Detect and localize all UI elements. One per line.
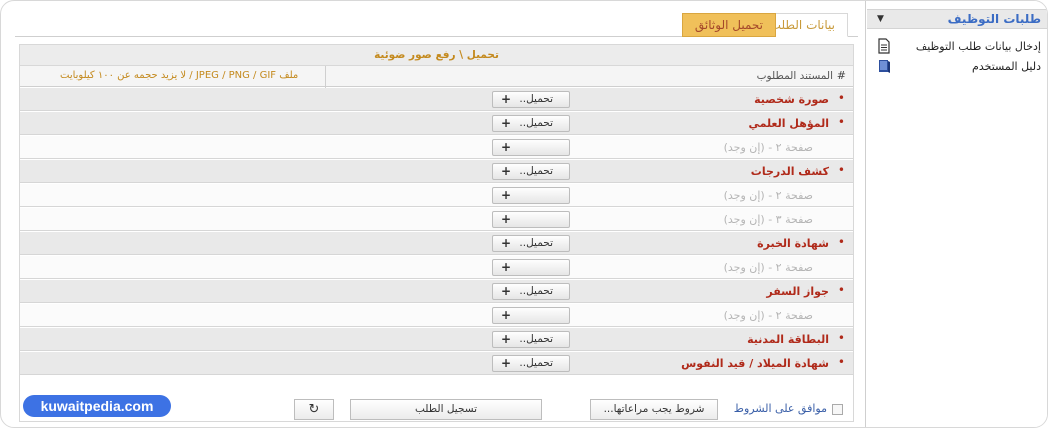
- upload-button[interactable]: + تحميل..: [492, 91, 570, 108]
- upload-button-label: تحميل..: [519, 117, 553, 129]
- table-row: صفحة ٢ - (إن وجد) +: [20, 304, 853, 327]
- document-label: صفحة ٣ - (إن وجد): [723, 213, 813, 226]
- agree-label: موافق على الشروط: [733, 402, 827, 415]
- bullet-icon: •: [837, 163, 845, 177]
- column-number: #: [836, 69, 846, 82]
- table-row: • كشف الدرجات + تحميل..: [20, 160, 853, 183]
- upload-button[interactable]: + تحميل..: [492, 355, 570, 372]
- upload-button-label: تحميل..: [519, 165, 553, 177]
- file-requirements-note: ملف JPEG / PNG / GIF / لا يزيد حجمه عن ١…: [60, 70, 299, 81]
- reset-button[interactable]: ↻: [294, 399, 334, 420]
- document-label: صفحة ٢ - (إن وجد): [723, 261, 813, 274]
- chevron-down-icon[interactable]: ▼: [877, 14, 884, 24]
- table-row: • صورة شخصية + تحميل..: [20, 88, 853, 111]
- document-label: كشف الدرجات: [750, 165, 829, 178]
- table-row: • شهادة الميلاد / قيد النفوس + تحميل..: [20, 352, 853, 375]
- plus-icon: +: [501, 356, 512, 370]
- plus-icon: +: [501, 140, 512, 154]
- upload-button[interactable]: + تحميل..: [492, 163, 570, 180]
- bullet-icon: •: [837, 235, 845, 249]
- plus-icon: +: [501, 116, 512, 130]
- upload-button[interactable]: +: [492, 187, 570, 204]
- table-row: صفحة ٣ - (إن وجد) +: [20, 208, 853, 231]
- document-label: صفحة ٢ - (إن وجد): [723, 189, 813, 202]
- bullet-icon: •: [837, 91, 845, 105]
- upload-button-label: تحميل..: [519, 285, 553, 297]
- document-label: البطاقة المدنية: [747, 333, 829, 346]
- agree-checkbox[interactable]: [832, 404, 843, 415]
- sidebar-item-label: إدخال بيانات طلب التوظيف: [915, 40, 1041, 53]
- upload-button[interactable]: +: [492, 139, 570, 156]
- document-label: صفحة ٢ - (إن وجد): [723, 309, 813, 322]
- sidebar-header[interactable]: طلبات التوظيف ▼: [867, 9, 1047, 29]
- sidebar: طلبات التوظيف ▼ إدخال بيانات طلب التوظيف…: [865, 1, 1047, 427]
- sidebar-item-application-entry[interactable]: إدخال بيانات طلب التوظيف: [867, 37, 1047, 57]
- upload-button[interactable]: + تحميل..: [492, 235, 570, 252]
- plus-icon: +: [501, 308, 512, 322]
- sidebar-item-label: دليل المستخدم: [972, 60, 1041, 73]
- upload-panel: تحميل \ رفع صور ضوئية # المستند المطلوب …: [19, 44, 854, 422]
- upload-button[interactable]: + تحميل..: [492, 283, 570, 300]
- upload-button-label: تحميل..: [519, 333, 553, 345]
- plus-icon: +: [501, 284, 512, 298]
- tab-document-upload[interactable]: تحميل الوثائق: [681, 13, 776, 37]
- upload-button[interactable]: + تحميل..: [492, 115, 570, 132]
- document-label: شهادة الخبرة: [757, 237, 829, 250]
- panel-caption: تحميل \ رفع صور ضوئية: [20, 45, 853, 65]
- bullet-icon: •: [837, 355, 845, 369]
- book-icon: [879, 60, 890, 73]
- table-row: • شهادة الخبرة + تحميل..: [20, 232, 853, 255]
- upload-button[interactable]: +: [492, 307, 570, 324]
- document-label: صفحة ٢ - (إن وجد): [723, 141, 813, 154]
- table-header: # المستند المطلوب ملف JPEG / PNG / GIF /…: [20, 65, 853, 88]
- plus-icon: +: [501, 332, 512, 346]
- upload-button-label: تحميل..: [519, 93, 553, 105]
- bullet-icon: •: [837, 115, 845, 129]
- document-label: المؤهل العلمي: [748, 117, 829, 130]
- plus-icon: +: [501, 260, 512, 274]
- table-row: • المؤهل العلمي + تحميل..: [20, 112, 853, 135]
- upload-button-label: تحميل..: [519, 357, 553, 369]
- plus-icon: +: [501, 236, 512, 250]
- app-frame: طلبات التوظيف ▼ إدخال بيانات طلب التوظيف…: [0, 0, 1048, 428]
- table-row: • جواز السفر + تحميل..: [20, 280, 853, 303]
- plus-icon: +: [501, 212, 512, 226]
- plus-icon: +: [501, 188, 512, 202]
- document-label: جواز السفر: [766, 285, 829, 298]
- refresh-icon: ↻: [308, 402, 320, 417]
- main-content: بيانات الطلب تحميل الوثائق تحميل \ رفع ص…: [15, 7, 858, 425]
- sidebar-title: طلبات التوظيف: [947, 12, 1041, 26]
- document-label: شهادة الميلاد / قيد النفوس: [681, 357, 829, 370]
- column-divider: [325, 66, 326, 88]
- column-document: المستند المطلوب: [756, 70, 833, 82]
- table-row: صفحة ٢ - (إن وجد) +: [20, 184, 853, 207]
- table-row: صفحة ٢ - (إن وجد) +: [20, 136, 853, 159]
- table-row: صفحة ٢ - (إن وجد) +: [20, 256, 853, 279]
- plus-icon: +: [501, 92, 512, 106]
- upload-button[interactable]: + تحميل..: [492, 331, 570, 348]
- terms-button[interactable]: شروط يجب مراعاتها...: [590, 399, 718, 420]
- bullet-icon: •: [837, 331, 845, 345]
- upload-button[interactable]: +: [492, 211, 570, 228]
- document-label: صورة شخصية: [754, 93, 829, 106]
- document-icon: [878, 38, 890, 54]
- tab-bar: بيانات الطلب تحميل الوثائق: [15, 7, 858, 37]
- upload-button[interactable]: +: [492, 259, 570, 276]
- watermark-logo: kuwaitpedia.com: [23, 395, 171, 417]
- plus-icon: +: [501, 164, 512, 178]
- sidebar-item-user-guide[interactable]: دليل المستخدم: [867, 57, 1047, 77]
- bullet-icon: •: [837, 283, 845, 297]
- upload-button-label: تحميل..: [519, 237, 553, 249]
- table-row: • البطاقة المدنية + تحميل..: [20, 328, 853, 351]
- submit-button[interactable]: تسجيل الطلب: [350, 399, 542, 420]
